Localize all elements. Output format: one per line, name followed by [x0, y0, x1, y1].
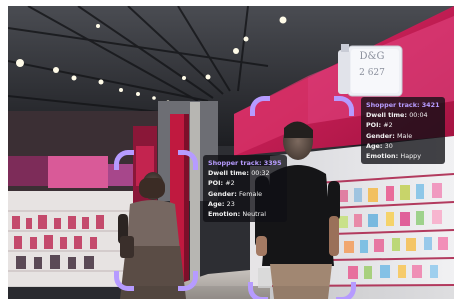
info-value: 23: [226, 199, 235, 208]
info-label: Dwell time:: [366, 111, 407, 120]
info-label: POI:: [208, 179, 224, 188]
info-value: Happy: [400, 152, 422, 161]
info-value: #2: [383, 121, 393, 130]
info-row: POI: #2: [366, 120, 440, 130]
info-value: Neutral: [242, 210, 266, 219]
info-label: Age:: [208, 199, 225, 208]
info-value: 30: [384, 141, 393, 150]
info-value: Female: [238, 189, 263, 198]
info-value: 00:32: [251, 169, 270, 178]
info-row: POI: #2: [208, 178, 282, 188]
info-row: Dwell time: 00:32: [208, 168, 282, 178]
shopper-info-panel: Shopper track: 3421 Dwell time: 00:04 PO…: [361, 97, 445, 165]
tracking-corner-bottom-right: [336, 282, 356, 299]
info-row: Gender: Male: [366, 131, 440, 141]
info-label: POI:: [366, 121, 382, 130]
info-row: Dwell time: 00:04: [366, 110, 440, 120]
shopper-track-title: Shopper track: 3395: [208, 159, 282, 167]
info-row: Age: 23: [208, 199, 282, 209]
info-value: #2: [225, 179, 235, 188]
info-label: Gender:: [208, 189, 237, 198]
info-row: Emotion: Neutral: [208, 209, 282, 219]
tracking-corner-bottom-left: [248, 282, 268, 299]
shopper-info-panel: Shopper track: 3395 Dwell time: 00:32 PO…: [203, 155, 287, 223]
info-row: Gender: Female: [208, 189, 282, 199]
info-value: Male: [396, 131, 413, 140]
info-row: Age: 30: [366, 141, 440, 151]
video-frame: D&G 2 627 Shopper track: 3395 Dwell time…: [8, 6, 454, 299]
info-label: Dwell time:: [208, 169, 249, 178]
shopper-track-title: Shopper track: 3421: [366, 101, 440, 109]
info-row: Emotion: Happy: [366, 151, 440, 161]
billboard-brand: D&G: [359, 51, 385, 62]
info-label: Gender:: [366, 131, 395, 140]
info-label: Emotion:: [366, 152, 399, 161]
info-label: Age:: [366, 141, 383, 150]
info-value: 00:04: [409, 111, 428, 120]
billboard-model: 2 627: [359, 68, 385, 78]
info-label: Emotion:: [208, 210, 241, 219]
